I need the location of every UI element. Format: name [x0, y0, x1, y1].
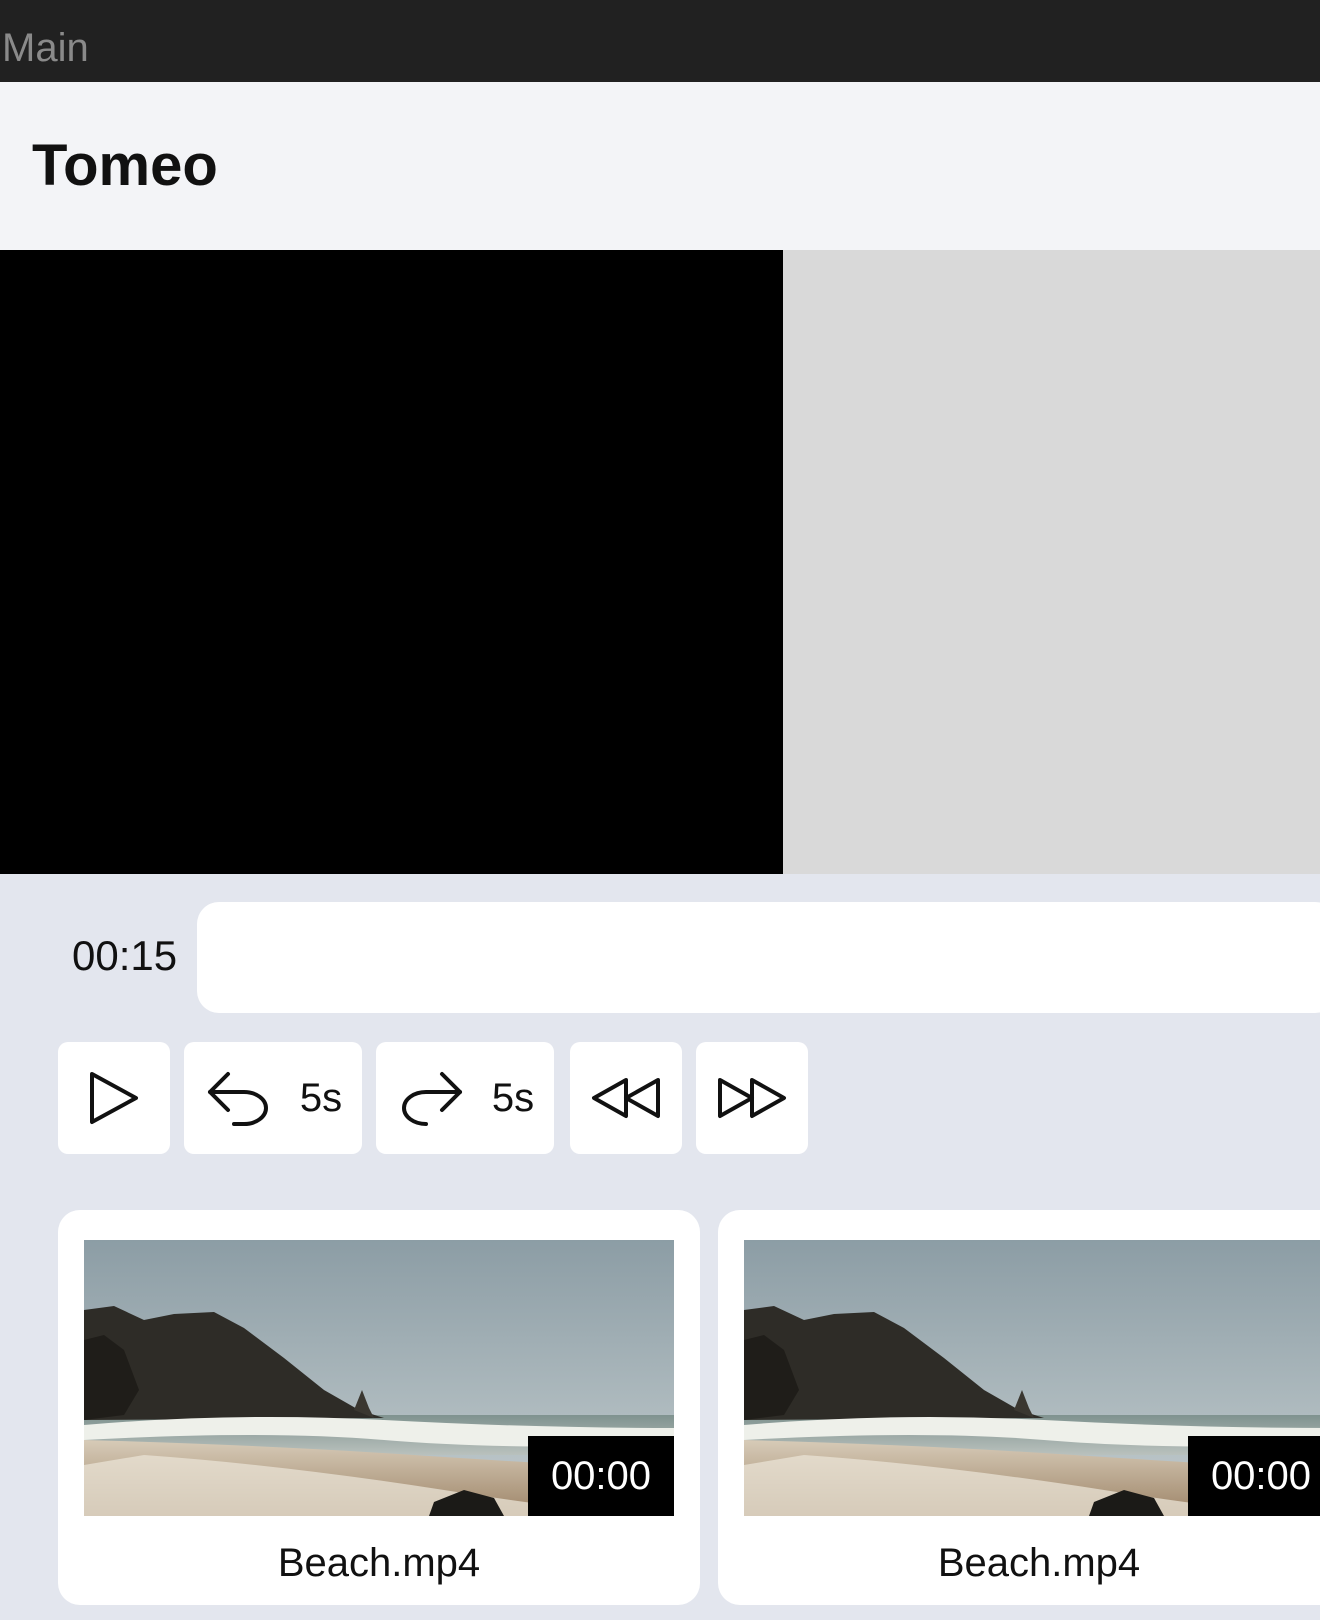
- fast-forward-button[interactable]: [696, 1042, 808, 1154]
- fast-forward-icon: [718, 1078, 786, 1118]
- play-button[interactable]: [58, 1042, 170, 1154]
- rewind-button[interactable]: [570, 1042, 682, 1154]
- app-title: Tomeo: [32, 133, 218, 198]
- video-duration: 00:00: [528, 1436, 674, 1516]
- video-thumbnail[interactable]: 00:00: [84, 1240, 674, 1516]
- rotate-forward-icon: [401, 1072, 462, 1126]
- app-header: Tomeo: [0, 82, 1320, 250]
- video-duration: 00:00: [1188, 1436, 1320, 1516]
- playlist-item[interactable]: 00:00 Beach.mp4: [718, 1210, 1320, 1605]
- window-title: Main: [2, 26, 89, 70]
- video-player[interactable]: [0, 250, 1320, 874]
- window-titlebar: Main: [0, 0, 1320, 82]
- rotate-back-icon: [207, 1072, 268, 1126]
- play-icon: [90, 1072, 138, 1124]
- seek-bar[interactable]: [197, 902, 1320, 1013]
- current-time-label: 00:15: [72, 932, 178, 979]
- video-frame[interactable]: [0, 250, 783, 874]
- skip-forward-label: 5s: [491, 1076, 535, 1120]
- playlist-item[interactable]: 00:00 Beach.mp4: [58, 1210, 700, 1605]
- video-thumbnail[interactable]: 00:00: [744, 1240, 1320, 1516]
- video-name: Beach.mp4: [277, 1541, 481, 1585]
- skip-back-label: 5s: [299, 1076, 343, 1120]
- video-name: Beach.mp4: [937, 1541, 1141, 1585]
- skip-forward-button[interactable]: 5s: [376, 1042, 554, 1154]
- rewind-icon: [592, 1078, 660, 1118]
- skip-back-button[interactable]: 5s: [184, 1042, 362, 1154]
